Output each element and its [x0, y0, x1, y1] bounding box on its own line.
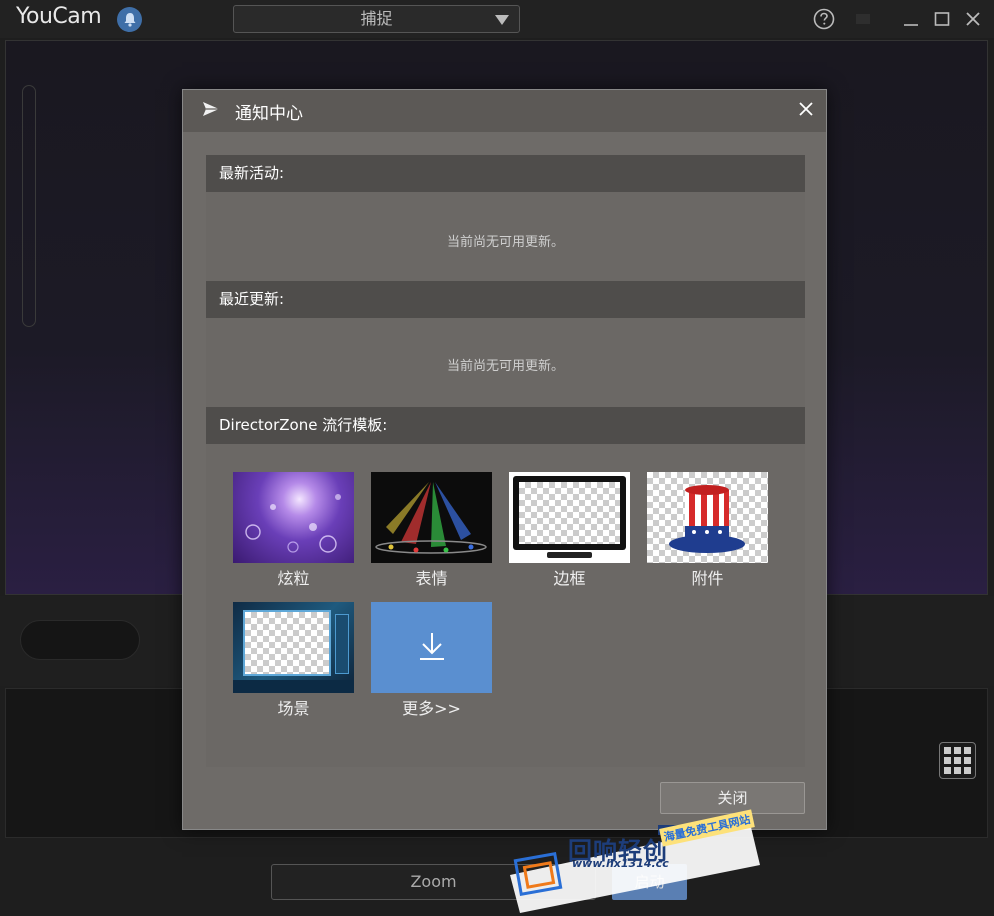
- dialog-content: 最新活动: 当前尚无可用更新。 最近更新: 当前尚无可用更新。 Director…: [206, 155, 805, 767]
- mode-select-value: 捕捉: [360, 9, 393, 28]
- megaphone-icon: [201, 100, 223, 124]
- latest-activity-empty-text: 当前尚无可用更新。: [446, 235, 564, 250]
- template-tile-scene[interactable]: 场景: [233, 602, 354, 719]
- template-thumbnail: [371, 602, 492, 693]
- template-label: 附件: [691, 569, 724, 588]
- latest-activity-heading: 最新活动:: [206, 155, 805, 192]
- recent-updates-empty-text: 当前尚无可用更新。: [446, 359, 564, 374]
- camera-mode-toggle[interactable]: [20, 620, 140, 660]
- minimize-icon[interactable]: [900, 8, 922, 30]
- grid-icon[interactable]: [939, 742, 976, 779]
- title-bar: YouCam 捕捉: [0, 0, 994, 38]
- notification-center-dialog: 通知中心 最新活动: 当前尚无可用更新。 最近更新: 当前尚无可用更新。 Dir…: [182, 89, 827, 830]
- template-label: 表情: [415, 569, 448, 588]
- template-label: 炫粒: [277, 569, 310, 588]
- recent-updates-heading: 最近更新:: [206, 281, 805, 318]
- close-icon[interactable]: [962, 8, 984, 30]
- zoom-slider[interactable]: [22, 85, 36, 327]
- app-title: YouCam: [16, 4, 102, 29]
- watermark: 回响轻创 www.hx1314.cc 海量免费工具网站: [510, 805, 760, 913]
- template-label: 边框: [553, 569, 586, 588]
- template-thumbnail: [509, 472, 630, 563]
- template-thumbnail: [233, 602, 354, 693]
- template-thumbnail: [233, 472, 354, 563]
- question-circle-icon[interactable]: [813, 8, 835, 30]
- mode-select[interactable]: 捕捉: [233, 5, 520, 33]
- dialog-header: 通知中心: [183, 90, 826, 132]
- close-icon[interactable]: [795, 98, 817, 120]
- templates-heading: DirectorZone 流行模板:: [206, 407, 805, 444]
- template-thumbnail: [647, 472, 768, 563]
- download-arrow-icon: [417, 630, 447, 666]
- template-tile-frame[interactable]: 边框: [509, 472, 630, 589]
- template-tile-particles[interactable]: 炫粒: [233, 472, 354, 589]
- maximize-icon[interactable]: [931, 8, 953, 30]
- template-tile-accessory[interactable]: 附件: [647, 472, 768, 589]
- template-label: 场景: [277, 699, 310, 718]
- watermark-url: www.hx1314.cc: [572, 857, 669, 870]
- chevron-down-icon: [495, 15, 509, 25]
- settings-faded-icon[interactable]: [852, 8, 874, 30]
- template-tile-emotion[interactable]: 表情: [371, 472, 492, 589]
- dialog-title: 通知中心: [235, 104, 303, 124]
- bell-icon[interactable]: [117, 7, 142, 32]
- template-label: 更多>>: [402, 699, 461, 718]
- template-thumbnail: [371, 472, 492, 563]
- template-tile-more[interactable]: 更多>>: [371, 602, 492, 719]
